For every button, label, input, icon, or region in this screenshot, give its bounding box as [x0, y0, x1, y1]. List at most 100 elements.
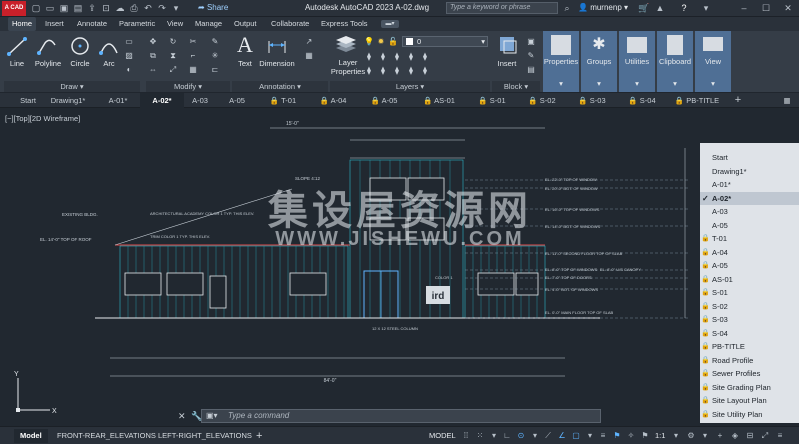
save-as-icon[interactable]: ▤ — [72, 2, 84, 14]
search-icon[interactable]: ⌕ — [561, 2, 573, 14]
file-tab-a-05[interactable]: A-05 — [222, 93, 252, 108]
layer-tool-icon[interactable]: ⧫ — [364, 52, 374, 61]
file-tab-drawing1[interactable]: Drawing1* — [46, 93, 90, 108]
maximize-icon[interactable]: ☐ — [760, 2, 772, 14]
layer-freeze-icon[interactable]: ✹ — [376, 37, 386, 46]
open-drawing-item[interactable]: 🔒 Site Grading Plan — [700, 381, 799, 394]
file-tab-as-01[interactable]: 🔒 AS-01 — [415, 93, 463, 108]
open-drawing-item[interactable]: 🔒 Site Layout Plan — [700, 394, 799, 407]
add-scale-plus-icon[interactable]: + — [714, 430, 726, 442]
file-tab-t-01[interactable]: 🔒 T-01 — [263, 93, 303, 108]
upload-icon[interactable]: ⇪ — [86, 2, 98, 14]
array-icon[interactable]: ▦ — [188, 65, 198, 74]
layer-on-icon[interactable]: 💡 — [364, 37, 374, 46]
circle-button[interactable]: Circle — [67, 59, 93, 68]
polar-menu-chevron-icon[interactable]: ▾ — [529, 430, 541, 442]
annotation-scale-icon[interactable]: ⚑ — [639, 430, 651, 442]
open-drawing-item[interactable]: 🔒 T-01 — [700, 232, 799, 245]
lineweight-icon[interactable]: ≡ — [597, 430, 609, 442]
block-attribute-icon[interactable]: ▤ — [526, 65, 536, 74]
circle-icon[interactable] — [69, 35, 91, 57]
layer-tool-icon[interactable]: ⧫ — [378, 66, 388, 75]
fullscreen-icon[interactable]: ⤢ — [759, 430, 771, 442]
explode-icon[interactable]: ✳ — [210, 51, 220, 60]
ortho-icon[interactable]: ∟ — [501, 430, 513, 442]
tab-home[interactable]: Home — [8, 17, 36, 31]
grid-icon[interactable]: ⁞⁞ — [460, 430, 472, 442]
snap-icon[interactable]: ⁙ — [474, 430, 486, 442]
workspace-gear-icon[interactable]: ⚙ — [685, 430, 697, 442]
tab-annotate[interactable]: Annotate — [77, 17, 107, 31]
hatch-icon[interactable]: ▨ — [124, 51, 134, 60]
file-tab-a-03[interactable]: A-03 — [184, 93, 216, 108]
move-icon[interactable]: ✥ — [148, 37, 158, 46]
open-drawing-item[interactable]: ✓ A-02* — [700, 191, 799, 205]
open-drawing-item[interactable]: A-05 — [700, 219, 799, 232]
modify-panel-title[interactable]: Modify ▾ — [146, 81, 230, 92]
rotate-icon[interactable]: ↻ — [168, 37, 178, 46]
command-input[interactable]: ▣▾ Type a command — [201, 409, 601, 423]
ribbon-options-icon[interactable]: ▬▾ — [381, 20, 399, 28]
close-command-icon[interactable]: ✕ — [178, 409, 186, 423]
open-drawing-item[interactable]: 🔒 S-03 — [700, 313, 799, 326]
new-file-icon[interactable]: ▢ — [30, 2, 42, 14]
mirror-icon[interactable]: ⧗ — [168, 51, 178, 60]
undo-icon[interactable]: ↶ — [142, 2, 154, 14]
save-icon[interactable]: ▣ — [58, 2, 70, 14]
scale-icon[interactable]: ⤢ — [168, 65, 178, 74]
create-block-icon[interactable]: ▣ — [526, 37, 536, 46]
file-tab-s-04[interactable]: 🔒 S-04 — [622, 93, 662, 108]
copy-icon[interactable]: ⧉ — [148, 51, 158, 60]
cloud-icon[interactable]: ☁ — [114, 2, 126, 14]
share-button[interactable]: ➦ Share — [198, 2, 228, 14]
open-drawing-item[interactable]: 🔒 A-05 — [700, 259, 799, 272]
autocad-logo-icon[interactable]: A CAD — [2, 1, 26, 16]
isolate-objects-icon[interactable]: ◈ — [729, 430, 741, 442]
add-layout-plus-icon[interactable]: + — [256, 429, 262, 443]
open-drawing-item[interactable]: 🔒 A-04 — [700, 246, 799, 259]
performance-icon[interactable]: ⊟ — [744, 430, 756, 442]
auto-scale-icon[interactable]: ✧ — [625, 430, 637, 442]
dimension-icon[interactable] — [266, 35, 288, 57]
cart-icon[interactable]: 🛒 — [638, 2, 650, 14]
minimize-icon[interactable]: – — [738, 2, 750, 14]
view-button[interactable]: View ▾ — [695, 31, 731, 92]
help-icon[interactable]: ? — [678, 2, 690, 14]
arc-button[interactable]: Arc — [95, 59, 123, 68]
open-drawing-item[interactable]: 🔒 Site Utility Plan — [700, 408, 799, 421]
leader-icon[interactable]: ↗ — [304, 37, 314, 46]
gradient-icon[interactable]: ◐ — [124, 65, 134, 74]
open-drawing-item[interactable]: 🔒 S-02 — [700, 300, 799, 313]
open-web-icon[interactable]: ⊡ — [100, 2, 112, 14]
workspace-icon[interactable]: ▾ — [170, 2, 182, 14]
open-drawing-item[interactable]: 🔒 AS-01 — [700, 273, 799, 286]
open-drawing-item[interactable]: 🔒 S-01 — [700, 286, 799, 299]
drawing-canvas[interactable]: [−][Top][2D Wireframe] ird 84'-0" 15'-0"… — [0, 108, 799, 426]
isodraft-icon[interactable]: ⟋ — [542, 430, 554, 442]
polar-tracking-icon[interactable]: ⊙ — [515, 430, 527, 442]
fillet-icon[interactable]: ⌐ — [188, 51, 198, 60]
file-tab-a-02[interactable]: A-02* — [140, 93, 184, 108]
open-drawing-item[interactable]: 🔒 PB-TITLE — [700, 340, 799, 353]
help-menu-chevron-icon[interactable]: ▾ — [700, 2, 712, 14]
line-button[interactable]: Line — [4, 59, 30, 68]
text-button[interactable]: Text — [232, 59, 258, 68]
erase-icon[interactable]: ✎ — [210, 37, 220, 46]
scale-menu-chevron-icon[interactable]: ▾ — [670, 430, 682, 442]
annotation-visibility-icon[interactable]: ⚑ — [611, 430, 623, 442]
new-tab-plus-icon[interactable]: + — [730, 93, 746, 108]
layer-tool-icon[interactable]: ⧫ — [378, 52, 388, 61]
open-drawing-item[interactable]: 🔒 Road Profile — [700, 354, 799, 367]
layer-tool-icon[interactable]: ⧫ — [420, 52, 430, 61]
layer-tool-icon[interactable]: ⧫ — [392, 52, 402, 61]
annotation-panel-title[interactable]: Annotation ▾ — [232, 81, 328, 92]
insert-block-icon[interactable] — [496, 33, 520, 57]
tab-insert[interactable]: Insert — [45, 17, 64, 31]
layer-dropdown[interactable]: 0 ▾ — [402, 36, 488, 47]
insert-button[interactable]: Insert — [492, 59, 522, 68]
dimension-button[interactable]: Dimension — [256, 59, 298, 68]
tab-collaborate[interactable]: Collaborate — [271, 17, 309, 31]
open-drawing-item[interactable]: 🔒 S-04 — [700, 327, 799, 340]
learning-icon[interactable]: ▲ — [654, 2, 666, 14]
layers-panel-title[interactable]: Layers ▾ — [330, 81, 490, 92]
